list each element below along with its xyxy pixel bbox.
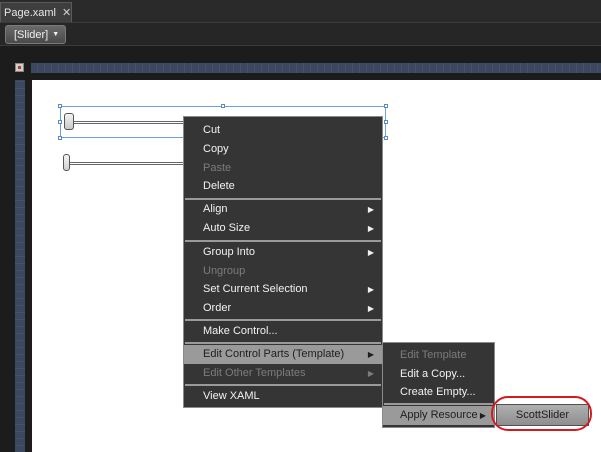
annotation-highlight-ring — [491, 396, 592, 431]
resize-handle-top-right[interactable] — [384, 104, 388, 108]
menu-separator — [185, 319, 381, 321]
menu-item-paste: Paste — [203, 162, 232, 174]
chevron-down-icon: ▼ — [52, 31, 60, 38]
submenu-arrow-icon: ▶ — [367, 350, 374, 359]
tab-label: Page.xaml — [4, 6, 56, 19]
submenu-arrow-icon: ▶ — [479, 411, 486, 420]
resize-handle-bottom-right[interactable] — [384, 136, 388, 140]
menu-item-apply-resource[interactable]: Apply Resource ▶ — [383, 406, 494, 425]
menu-item-edit-control-parts[interactable]: Edit Control Parts (Template) ▶ — [184, 345, 382, 364]
context-menu: Cut Copy Paste Delete Align ▶ Auto Size ▶ … — [183, 116, 383, 408]
slider-track — [66, 162, 186, 165]
menu-separator — [185, 342, 381, 344]
menu-item-group-into[interactable]: Group Into ▶ — [184, 243, 382, 262]
ruler-corner-icon[interactable] — [15, 63, 24, 72]
tab-page-xaml[interactable]: Page.xaml ✕ — [0, 2, 72, 22]
breadcrumb-bar: [Slider] ▼ — [0, 23, 601, 46]
menu-item-edit-a-copy[interactable]: Edit a Copy... — [383, 365, 494, 384]
slider-thumb[interactable] — [64, 113, 74, 130]
menu-separator — [185, 384, 381, 386]
resize-handle-right[interactable] — [384, 120, 388, 124]
slider-track — [66, 121, 186, 124]
menu-separator — [384, 403, 493, 405]
menu-item-create-empty[interactable]: Create Empty... — [383, 383, 494, 402]
template-submenu: Edit Template Edit a Copy... Create Empt… — [382, 342, 495, 428]
menu-item-cut[interactable]: Cut — [184, 121, 382, 140]
resize-handle-top-left[interactable] — [58, 104, 62, 108]
menu-item-copy[interactable]: Copy — [184, 140, 382, 159]
menu-item-make-control[interactable]: Make Control... — [184, 322, 382, 341]
resize-handle-top[interactable] — [221, 104, 225, 108]
submenu-arrow-icon: ▶ — [367, 369, 374, 378]
menu-item-auto-size[interactable]: Auto Size ▶ — [184, 219, 382, 238]
menu-item-edit-other-templates: Edit Other Templates ▶ — [184, 364, 382, 383]
menu-item-ungroup: Ungroup — [203, 265, 246, 277]
breadcrumb-label: [Slider] — [14, 28, 49, 41]
slider-thumb[interactable] — [63, 154, 70, 171]
menu-item-edit-template: Edit Template — [400, 349, 467, 361]
submenu-arrow-icon: ▶ — [367, 285, 374, 294]
menu-item-delete[interactable]: Delete — [184, 177, 382, 196]
vertical-ruler — [15, 80, 25, 452]
menu-item-order[interactable]: Order ▶ — [184, 299, 382, 318]
menu-item-align[interactable]: Align ▶ — [184, 200, 382, 219]
horizontal-ruler — [31, 63, 601, 73]
submenu-arrow-icon: ▶ — [367, 224, 374, 233]
close-icon[interactable]: ✕ — [62, 6, 71, 19]
submenu-arrow-icon: ▶ — [367, 248, 374, 257]
menu-item-set-current-selection[interactable]: Set Current Selection ▶ — [184, 280, 382, 299]
submenu-arrow-icon: ▶ — [367, 304, 374, 313]
resize-handle-left[interactable] — [58, 120, 62, 124]
breadcrumb-slider-button[interactable]: [Slider] ▼ — [5, 25, 67, 44]
menu-item-view-xaml[interactable]: View XAML — [184, 387, 382, 406]
submenu-arrow-icon: ▶ — [367, 205, 374, 214]
resize-handle-bottom-left[interactable] — [58, 136, 62, 140]
document-tab-bar: Page.xaml ✕ — [0, 0, 601, 23]
menu-separator — [185, 240, 381, 242]
